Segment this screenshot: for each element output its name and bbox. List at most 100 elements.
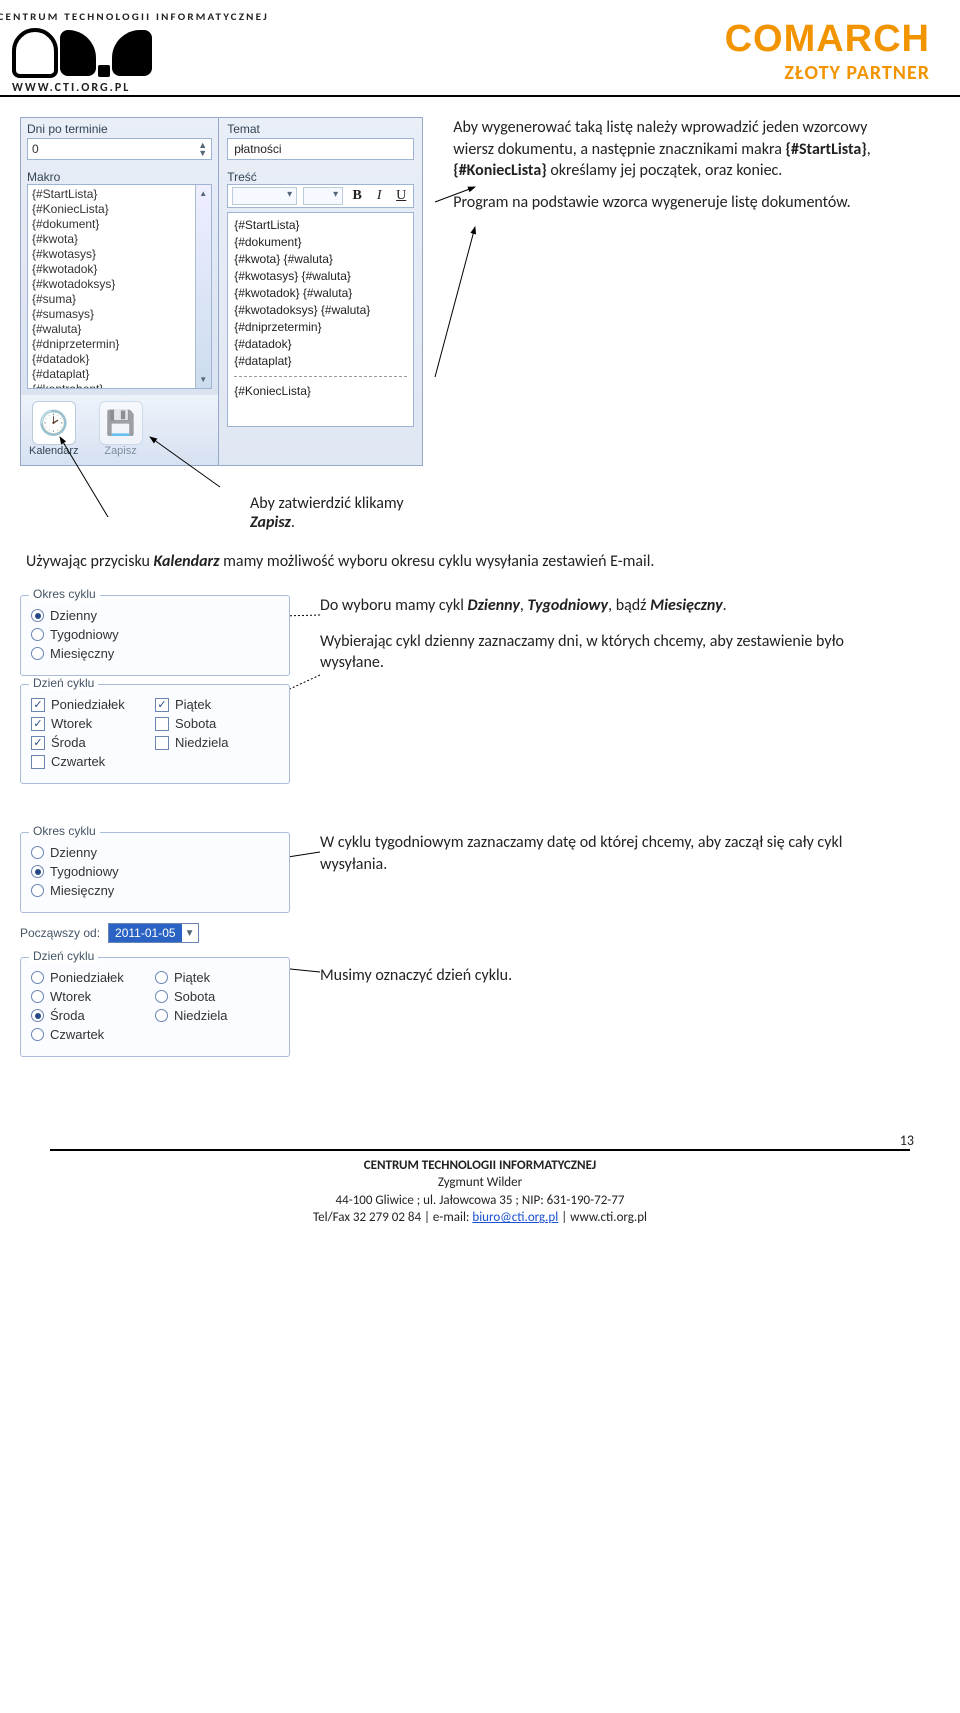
macro-item[interactable]: {#kwotasys} xyxy=(32,247,207,262)
size-dropdown[interactable] xyxy=(303,187,343,205)
radio-icon xyxy=(155,1009,168,1022)
group-okres-cyklu: Okres cyklu Dzienny Tygodniowy Miesięczn… xyxy=(20,595,290,676)
zapisz-button[interactable]: 💾 Zapisz xyxy=(99,401,143,457)
description-block-2: Do wyboru mamy cykl Dzienny, Tygodniowy,… xyxy=(320,595,880,792)
macro-listbox[interactable]: {#StartLista} {#KoniecLista} {#dokument}… xyxy=(27,184,212,389)
clock-icon: 🕑 xyxy=(32,401,76,445)
comarch-text: COMARCH xyxy=(725,18,930,61)
check-poniedzialek[interactable]: Poniedziałek xyxy=(31,697,155,712)
description-block-3: W cyklu tygodniowym zaznaczamy datę od k… xyxy=(320,832,880,1065)
radio-miesieczny[interactable]: Miesięczny xyxy=(31,646,279,661)
macro-item[interactable]: {#StartLista} xyxy=(32,187,207,202)
macro-item[interactable]: {#kwota} xyxy=(32,232,207,247)
legend-okres: Okres cyklu xyxy=(29,587,100,601)
checkbox-icon xyxy=(31,755,45,769)
tresc-textarea[interactable]: {#StartLista} {#dokument} {#kwota} {#wal… xyxy=(227,212,414,427)
radio-dzienny[interactable]: Dzienny xyxy=(31,608,279,623)
checkbox-icon xyxy=(155,698,169,712)
content-line: {#StartLista} xyxy=(234,217,407,234)
bold-button[interactable]: B xyxy=(349,188,365,204)
chevron-down-icon[interactable]: ▼ xyxy=(182,928,198,939)
scrollbar[interactable] xyxy=(195,185,211,388)
macro-item[interactable]: {#kwotadok} xyxy=(32,262,207,277)
description-block-1: Aby wygenerować taką listę należy wprowa… xyxy=(453,117,900,466)
label-poczawszy-od: Począwszy od: xyxy=(20,926,100,940)
content-line: {#kwotadoksys} {#waluta} xyxy=(234,302,407,319)
macro-item[interactable]: {#dniprzetermin} xyxy=(32,337,207,352)
macro-item[interactable]: {#suma} xyxy=(32,292,207,307)
page-number: 13 xyxy=(900,1132,914,1149)
group-dzien-cyklu: Dzień cyklu Poniedziałek Wtorek Środa Cz… xyxy=(20,684,290,784)
radio-poniedzialek[interactable]: Poniedziałek xyxy=(31,970,155,985)
content-line: {#kwotasys} {#waluta} xyxy=(234,268,407,285)
para-oznacz-dzien: Musimy oznaczyć dzień cyklu. xyxy=(320,965,880,987)
radio-icon xyxy=(155,990,168,1003)
radio-czwartek[interactable]: Czwartek xyxy=(31,1027,155,1042)
sidebar-toolbar: 🕑 Kalendarz 💾 Zapisz xyxy=(21,395,218,465)
macro-item[interactable]: {#waluta} xyxy=(32,322,207,337)
radio-niedziela[interactable]: Niedziela xyxy=(155,1008,279,1023)
label-makro: Makro xyxy=(21,166,218,184)
check-piatek[interactable]: Piątek xyxy=(155,697,279,712)
para-cykl-wybor: Do wyboru mamy cykl Dzienny, Tygodniowy,… xyxy=(320,595,880,617)
underline-button[interactable]: U xyxy=(393,188,409,204)
macro-item[interactable]: {#kwotadoksys} xyxy=(32,277,207,292)
label-tresc: Treść xyxy=(219,166,422,184)
kalendarz-button[interactable]: 🕑 Kalendarz xyxy=(29,401,79,457)
check-czwartek[interactable]: Czwartek xyxy=(31,754,155,769)
italic-button[interactable]: I xyxy=(371,188,387,204)
font-dropdown[interactable] xyxy=(232,187,297,205)
kalendarz-label: Kalendarz xyxy=(29,445,79,457)
radio-icon xyxy=(155,971,168,984)
temat-input[interactable]: płatności xyxy=(227,138,414,160)
check-niedziela[interactable]: Niedziela xyxy=(155,735,279,750)
content-line: {#dataplat} xyxy=(234,353,407,370)
content-line: {#dokument} xyxy=(234,234,407,251)
cycle-panel-weekly: Okres cyklu Dzienny Tygodniowy Miesięczn… xyxy=(20,832,290,1065)
radio-sobota[interactable]: Sobota xyxy=(155,989,279,1004)
label-dni-po-terminie: Dni po terminie xyxy=(21,118,218,136)
content-line: {#KoniecLista} xyxy=(234,383,407,400)
radio-miesieczny[interactable]: Miesięczny xyxy=(31,883,279,898)
radio-icon xyxy=(31,884,44,897)
footer-mail-link[interactable]: biuro@cti.org.pl xyxy=(472,1210,558,1225)
legend-okres: Okres cyklu xyxy=(29,824,100,838)
radio-wtorek[interactable]: Wtorek xyxy=(31,989,155,1004)
check-sobota[interactable]: Sobota xyxy=(155,716,279,731)
kalendarz-note: Używając przycisku Kalendarz mamy możliw… xyxy=(26,552,880,571)
macro-item[interactable]: {#dataplat} xyxy=(32,367,207,382)
macro-sidebar: Dni po terminie 0 ▲▼ Makro {#StartLista}… xyxy=(20,117,219,466)
macro-item[interactable]: {#KoniecLista} xyxy=(32,202,207,217)
radio-dzienny[interactable]: Dzienny xyxy=(31,845,279,860)
radio-sroda[interactable]: Środa xyxy=(31,1008,155,1023)
check-wtorek[interactable]: Wtorek xyxy=(31,716,155,731)
macro-item[interactable]: {#kontrahent} xyxy=(32,382,207,389)
zapisz-caption: Aby zatwierdzić klikamy Zapisz. xyxy=(250,494,900,532)
footer-url: www.cti.org.pl xyxy=(570,1210,647,1225)
radio-icon xyxy=(31,609,44,622)
radio-icon xyxy=(31,628,44,641)
radio-icon xyxy=(31,865,44,878)
format-toolbar: B I U xyxy=(227,184,414,208)
macro-item[interactable]: {#dokument} xyxy=(32,217,207,232)
radio-tygodniowy[interactable]: Tygodniowy xyxy=(31,627,279,642)
cti-logo-top-text: CENTRUM TECHNOLOGII INFORMATYCZNEJ xyxy=(0,10,317,23)
dni-spinner[interactable]: 0 ▲▼ xyxy=(27,138,212,160)
cycle-panel-daily: Okres cyklu Dzienny Tygodniowy Miesięczn… xyxy=(20,595,290,792)
label-temat: Temat xyxy=(219,118,422,136)
para-tygodniowy: W cyklu tygodniowym zaznaczamy datę od k… xyxy=(320,832,880,875)
check-sroda[interactable]: Środa xyxy=(31,735,155,750)
macro-item[interactable]: {#sumasys} xyxy=(32,307,207,322)
radio-piatek[interactable]: Piątek xyxy=(155,970,279,985)
date-input[interactable]: 2011-01-05 ▼ xyxy=(108,923,199,943)
radio-icon xyxy=(31,647,44,660)
macro-item[interactable]: {#datadok} xyxy=(32,352,207,367)
screenshot-okres-tygodniowy: Okres cyklu Dzienny Tygodniowy Miesięczn… xyxy=(20,832,900,1065)
radio-tygodniowy[interactable]: Tygodniowy xyxy=(31,864,279,879)
content-line: {#kwota} {#waluta} xyxy=(234,251,407,268)
screenshot-macro-editor: Dni po terminie 0 ▲▼ Makro {#StartLista}… xyxy=(20,117,900,466)
legend-dzien: Dzień cyklu xyxy=(29,949,98,963)
spinner-arrows-icon[interactable]: ▲▼ xyxy=(198,141,207,157)
date-value: 2011-01-05 xyxy=(109,924,182,942)
content-line: {#datadok} xyxy=(234,336,407,353)
